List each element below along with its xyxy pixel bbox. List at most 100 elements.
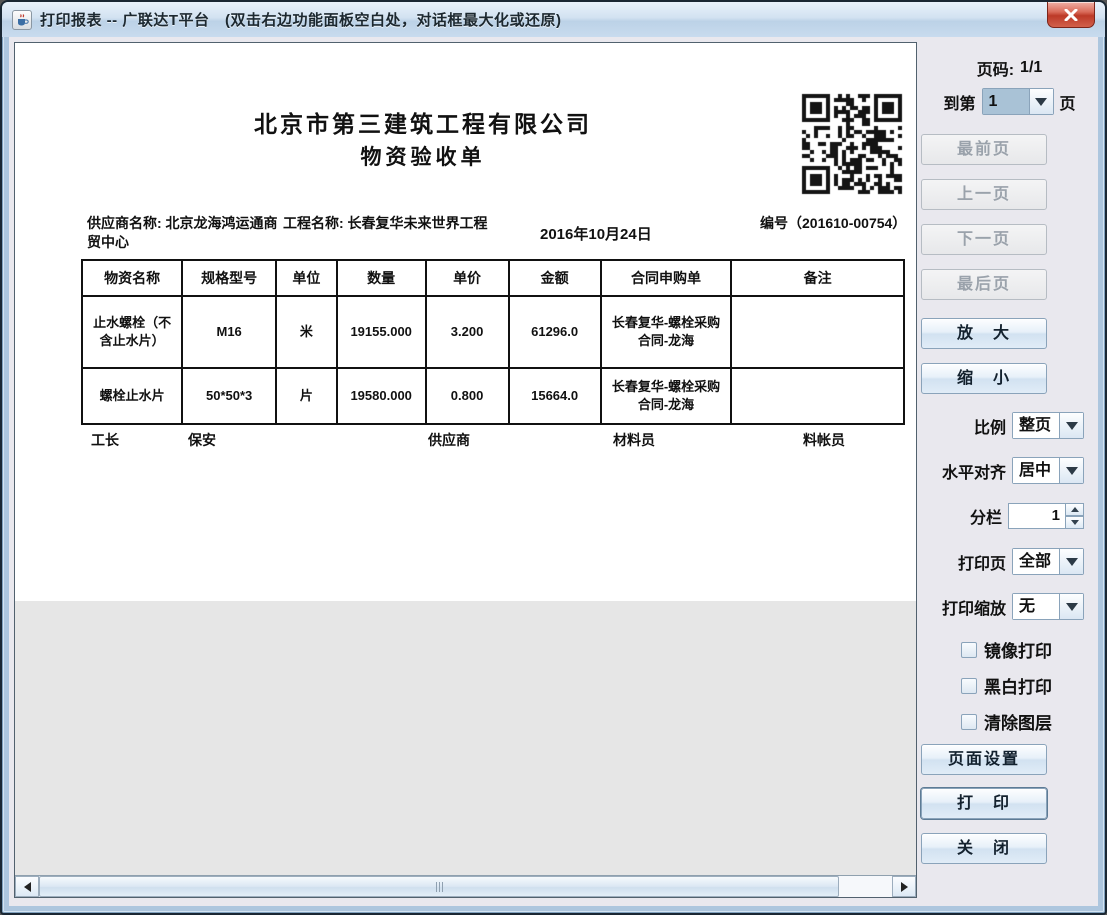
dialog-client-area: 北京市第三建筑工程有限公司 物资验收单 供应商名称: 北京龙海鸿运通商贸中心 工… (9, 37, 1098, 906)
col-header-contract: 合同申购单 (601, 260, 732, 296)
col-header-spec: 规格型号 (182, 260, 276, 296)
halign-value: 居中 (1013, 458, 1059, 483)
report-page: 北京市第三建筑工程有限公司 物资验收单 供应商名称: 北京龙海鸿运通商贸中心 工… (15, 43, 916, 601)
clear-layer-option[interactable]: 清除图层 (921, 709, 1098, 734)
next-page-button[interactable]: 下一页 (921, 224, 1047, 255)
right-arrow-icon (901, 882, 908, 892)
col-header-remark: 备注 (731, 260, 904, 296)
report-preview-pane[interactable]: 北京市第三建筑工程有限公司 物资验收单 供应商名称: 北京龙海鸿运通商贸中心 工… (14, 42, 917, 898)
window-title: 打印报表 -- 广联达T平台 (双击右边功能面板空白处，对话框最大化或还原) (40, 9, 561, 30)
bw-print-option[interactable]: 黑白打印 (921, 673, 1098, 698)
chevron-down-icon[interactable] (1059, 413, 1083, 438)
form-title: 物资验收单 (15, 141, 831, 171)
goto-page-select[interactable]: 1 (982, 88, 1054, 115)
cell-amount: 61296.0 (509, 296, 601, 368)
prev-page-button[interactable]: 上一页 (921, 179, 1047, 210)
cell-qty: 19155.000 (337, 296, 426, 368)
cell-unit-price: 3.200 (426, 296, 509, 368)
grip-icon (439, 882, 440, 892)
cell-remark (731, 368, 904, 424)
print-report-dialog: 打印报表 -- 广联达T平台 (双击右边功能面板空白处，对话框最大化或还原) 北… (0, 0, 1107, 915)
columns-stepper[interactable]: 1 (1008, 503, 1084, 529)
cell-material: 螺栓止水片 (82, 368, 182, 424)
columns-row: 分栏 1 (921, 503, 1098, 529)
scale-row: 比例 整页 (921, 412, 1098, 439)
halign-row: 水平对齐 居中 (921, 457, 1098, 484)
print-pages-value: 全部 (1013, 549, 1059, 574)
cell-amount: 15664.0 (509, 368, 601, 424)
java-app-icon (12, 10, 32, 30)
scroll-left-button[interactable] (15, 876, 39, 897)
col-header-material: 物资名称 (82, 260, 182, 296)
print-pages-row: 打印页 全部 (921, 548, 1098, 575)
print-scale-row: 打印缩放 无 (921, 593, 1098, 620)
chevron-down-icon[interactable] (1059, 594, 1083, 619)
cell-qty: 19580.000 (337, 368, 426, 424)
cell-spec: M16 (182, 296, 276, 368)
cell-remark (731, 296, 904, 368)
page-number-label: 页码: (977, 56, 1014, 80)
mirror-print-label: 镜像打印 (984, 637, 1052, 662)
cell-contract: 长春复华-螺栓采购合同-龙海 (601, 296, 732, 368)
document-date: 2016年10月24日 (540, 225, 652, 244)
title-bar[interactable]: 打印报表 -- 广联达T平台 (双击右边功能面板空白处，对话框最大化或还原) (2, 2, 1105, 37)
cell-contract: 长春复华-螺栓采购合同-龙海 (601, 368, 732, 424)
control-panel: 页码: 1/1 到第 1 页 最前页 上一页 下一页 最后页 放 大 缩 小 比… (921, 42, 1098, 906)
chevron-down-icon[interactable] (1059, 549, 1083, 574)
cell-spec: 50*50*3 (182, 368, 276, 424)
clear-layer-checkbox[interactable] (961, 714, 977, 730)
preview-background (15, 601, 916, 875)
spin-down-button[interactable] (1066, 516, 1084, 529)
mirror-print-checkbox[interactable] (961, 642, 977, 658)
cell-unit: 片 (276, 368, 337, 424)
close-button[interactable]: 关 闭 (921, 833, 1047, 864)
goto-page-value: 1 (983, 89, 1029, 114)
spin-up-button[interactable] (1066, 503, 1084, 516)
scroll-right-button[interactable] (892, 876, 916, 897)
scale-value: 整页 (1013, 413, 1059, 438)
cell-material: 止水螺栓（不含止水片） (82, 296, 182, 368)
print-pages-label: 打印页 (958, 550, 1006, 574)
horizontal-scrollbar[interactable] (15, 875, 916, 897)
print-button[interactable]: 打 印 (921, 788, 1047, 819)
signature-accountant: 料帐员 (803, 430, 845, 450)
scale-label: 比例 (974, 414, 1006, 438)
document-number: 编号（201610-00754） (760, 214, 912, 233)
columns-label: 分栏 (970, 504, 1002, 528)
print-scale-select[interactable]: 无 (1012, 593, 1084, 620)
chevron-down-icon[interactable] (1059, 458, 1083, 483)
print-scale-value: 无 (1013, 594, 1059, 619)
signature-security: 保安 (188, 430, 216, 450)
scrollbar-track[interactable] (839, 876, 892, 897)
columns-value[interactable]: 1 (1008, 503, 1066, 529)
project-name: 工程名称: 长春复华未来世界工程 (283, 214, 528, 233)
scrollbar-thumb[interactable] (39, 876, 839, 897)
signature-material-clerk: 材料员 (613, 430, 655, 450)
goto-page-suffix: 页 (1060, 90, 1076, 114)
signature-supplier: 供应商 (428, 430, 470, 450)
zoom-out-button[interactable]: 缩 小 (921, 363, 1047, 394)
print-scale-label: 打印缩放 (942, 595, 1006, 619)
print-pages-select[interactable]: 全部 (1012, 548, 1084, 575)
halign-select[interactable]: 居中 (1012, 457, 1084, 484)
col-header-qty: 数量 (337, 260, 426, 296)
chevron-down-icon[interactable] (1029, 89, 1053, 114)
col-header-amount: 金额 (509, 260, 601, 296)
goto-page-row: 到第 1 页 (921, 88, 1098, 115)
zoom-in-button[interactable]: 放 大 (921, 318, 1047, 349)
page-indicator: 页码: 1/1 (921, 56, 1098, 80)
grip-icon (436, 882, 437, 892)
bw-print-checkbox[interactable] (961, 678, 977, 694)
close-window-button[interactable] (1047, 2, 1095, 28)
page-setup-button[interactable]: 页面设置 (921, 744, 1047, 775)
scale-select[interactable]: 整页 (1012, 412, 1084, 439)
table-header-row: 物资名称 规格型号 单位 数量 单价 金额 合同申购单 备注 (82, 260, 904, 296)
clear-layer-label: 清除图层 (984, 709, 1052, 734)
first-page-button[interactable]: 最前页 (921, 134, 1047, 165)
left-arrow-icon (24, 882, 31, 892)
table-row: 螺栓止水片 50*50*3 片 19580.000 0.800 15664.0 … (82, 368, 904, 424)
mirror-print-option[interactable]: 镜像打印 (921, 637, 1098, 662)
last-page-button[interactable]: 最后页 (921, 269, 1047, 300)
grip-icon (442, 882, 443, 892)
col-header-unit-price: 单价 (426, 260, 509, 296)
